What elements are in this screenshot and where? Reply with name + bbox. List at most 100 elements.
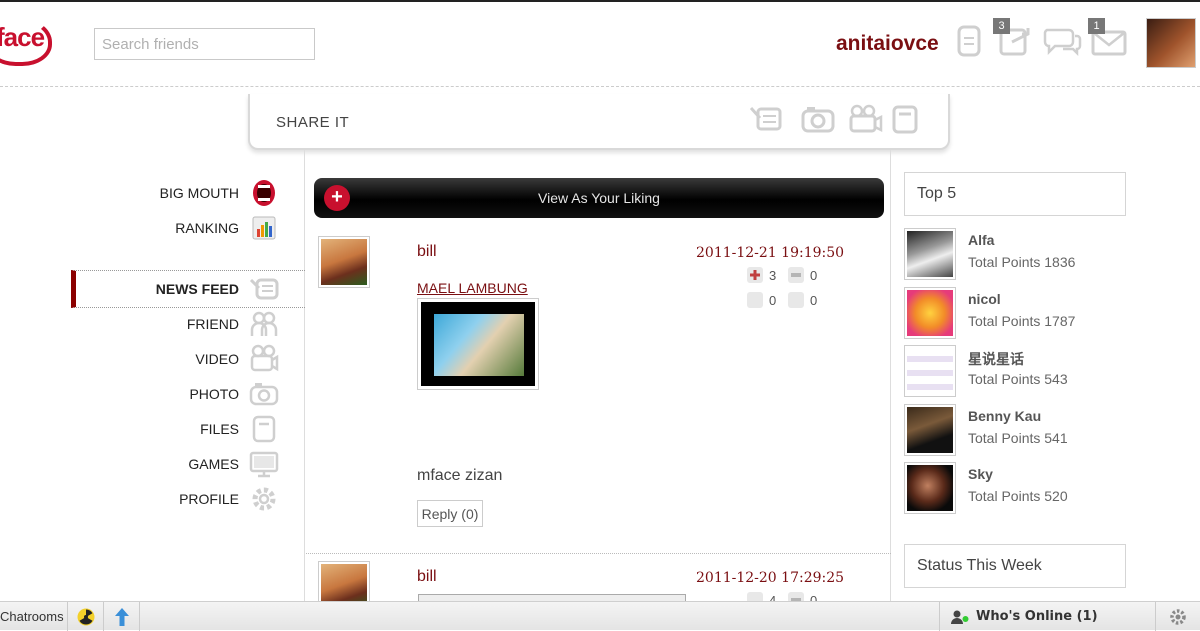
friends-icon [249,309,279,339]
file-icon[interactable] [887,104,923,134]
top5-entry[interactable]: Sky Total Points 520 [904,462,1200,514]
reply-button[interactable]: Reply (0) [417,500,483,527]
top5-avatar[interactable] [904,345,956,397]
like-stat[interactable]: 3 [747,267,776,283]
mface-logo[interactable]: face [0,18,54,68]
chatrooms-label: Chatrooms [0,609,64,624]
sidebar-item-label: VIDEO [195,351,239,367]
top5-avatar[interactable] [904,228,956,280]
sidebar-item-video[interactable]: VIDEO [195,343,279,375]
share-stat[interactable]: 0 [747,292,776,308]
video-frame [421,302,535,386]
sidebar-item-ranking[interactable]: RANKING [175,212,279,244]
pencil-icon [788,292,804,308]
top5-entry[interactable]: Benny Kau Total Points 541 [904,404,1200,456]
video-camera-icon[interactable] [847,104,883,134]
plus-icon[interactable]: + [324,185,350,211]
sidebar-item-profile[interactable]: PROFILE [179,483,279,515]
sidebar-item-label: GAMES [188,456,239,472]
video-still [434,314,524,376]
share-badge: 3 [993,18,1010,34]
top5-avatar[interactable] [904,287,956,339]
sidebar-item-label: BIG MOUTH [159,185,239,201]
sidebar-item-label: NEWS FEED [155,281,239,297]
top5-avatar[interactable] [904,404,956,456]
sidebar-item-label: PROFILE [179,491,239,507]
view-as-label: View As Your Liking [538,190,660,206]
gear-icon [249,484,279,514]
top5-points: Total Points 1836 [968,254,1076,270]
profile-card-icon[interactable] [952,24,986,58]
share-count-icon [747,292,763,308]
share-it-panel: SHARE IT [248,94,950,150]
top5-entry[interactable]: 星说星话 Total Points 543 [904,345,1200,397]
right-sidebar: Top 5 Alfa Total Points 1836 nicol Total… [892,150,1200,602]
news-feed-icon [249,274,279,304]
monitor-icon [249,449,279,479]
whos-online-button[interactable]: Who's Online (1) [939,602,1156,631]
header: face anitaiovce 3 1 [0,2,1200,86]
post-author-avatar[interactable] [318,236,370,288]
like-count: 3 [769,267,777,283]
share-it-label: SHARE IT [276,114,350,131]
top5-name[interactable]: 星说星话 [968,349,1024,369]
search-friends-input[interactable] [94,28,315,60]
dislike-stat[interactable]: 0 [788,267,817,283]
username[interactable]: anitaiovce [836,32,939,56]
post-author-name[interactable]: bill [417,568,437,586]
sidebar-item-big-mouth[interactable]: BIG MOUTH [160,177,279,209]
bottom-toolbar: Chatrooms Who's Online (1) [0,601,1200,631]
chat-bubbles-icon[interactable] [1043,24,1083,58]
post-divider [306,553,891,554]
files-icon [249,414,279,444]
whos-online-label: Who's Online (1) [976,609,1098,624]
left-sidebar: BIG MOUTH RANKING NEWS FEED FRIEND VIDEO… [0,150,305,602]
edit-stat[interactable]: 0 [788,292,817,308]
post-author-name[interactable]: bill [417,243,437,261]
online-user-icon [951,610,969,624]
sidebar-item-games[interactable]: GAMES [188,448,279,480]
video-icon [249,344,279,374]
radiation-icon[interactable] [68,602,104,631]
top5-title: Top 5 [904,172,1126,216]
logo-text: face [0,22,45,52]
upload-arrow-icon[interactable] [104,602,140,631]
edit-count: 0 [810,292,818,308]
header-divider [0,86,1200,87]
top5-name[interactable]: Benny Kau [968,408,1041,424]
top5-points: Total Points 1787 [968,313,1076,329]
sidebar-item-label: FRIEND [186,316,239,332]
sidebar-item-photo[interactable]: PHOTO [189,378,279,410]
sidebar-item-label: FILES [200,421,239,437]
post-video-thumbnail[interactable] [417,298,539,390]
top5-points: Total Points 520 [968,488,1068,504]
sidebar-item-files[interactable]: FILES [200,413,279,445]
chatrooms-button[interactable]: Chatrooms [0,602,68,631]
top5-name[interactable]: Sky [968,466,993,482]
view-as-your-liking-bar[interactable]: + View As Your Liking [314,178,884,218]
top5-entry[interactable]: nicol Total Points 1787 [904,287,1200,339]
top5-name[interactable]: Alfa [968,232,994,248]
news-feed: + View As Your Liking bill 2011-12-21 19… [306,150,891,613]
settings-gear-icon[interactable] [1156,602,1200,631]
post-date: 2011-12-21 19:19:50 [696,245,845,261]
sidebar-item-news-feed[interactable]: NEWS FEED [156,273,279,305]
sidebar-item-friend[interactable]: FRIEND [187,308,279,340]
status-this-week-title: Status This Week [904,544,1126,588]
like-icon [747,267,763,283]
camera-icon[interactable] [800,104,836,134]
post-date: 2011-12-20 17:29:25 [696,570,845,586]
top5-name[interactable]: nicol [968,291,1001,307]
big-mouth-icon [249,178,279,208]
user-avatar[interactable] [1146,18,1196,68]
write-icon[interactable] [748,104,784,134]
top5-avatar[interactable] [904,462,956,514]
top5-points: Total Points 543 [968,371,1068,387]
top5-entry[interactable]: Alfa Total Points 1836 [904,228,1200,280]
sidebar-item-label: RANKING [175,220,239,236]
post-tag[interactable]: MAEL LAMBUNG [417,280,528,296]
sidebar-item-label: PHOTO [189,386,239,402]
mail-badge: 1 [1088,18,1105,34]
dislike-icon [788,267,804,283]
post-text: mface zizan [417,467,503,484]
